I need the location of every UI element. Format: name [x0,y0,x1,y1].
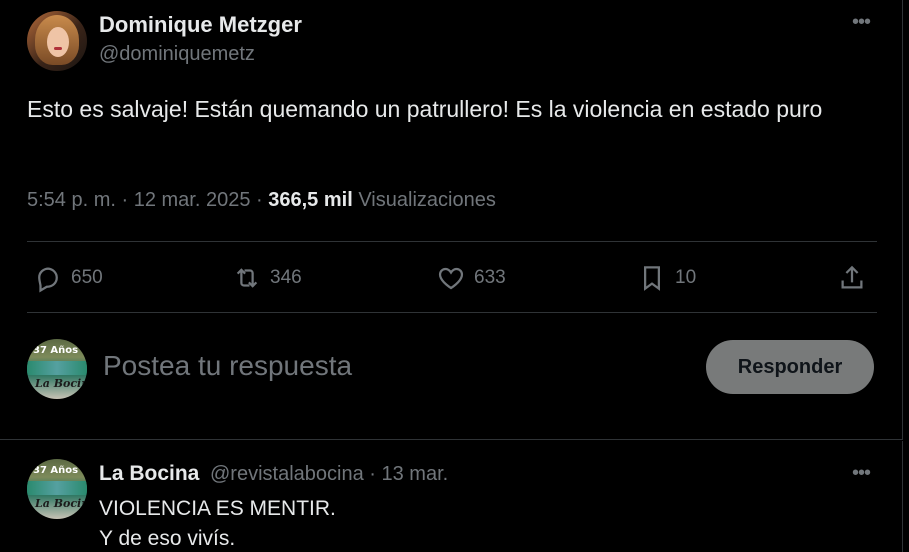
like-action[interactable]: 633 [436,258,506,298]
tweet-date[interactable]: 12 mar. 2025 [134,189,251,211]
avatar-lips [54,47,62,50]
views-count: 366,5 mil [268,189,353,211]
tweet-text: Esto es salvaje! Están quemando un patru… [27,96,823,122]
reply-tweet[interactable]: 37 Años La Bocina La Bocina @revistalabo… [0,441,903,552]
reply-author-avatar[interactable]: 37 Años La Bocina [27,459,87,519]
reply-text: VIOLENCIA ES MENTIR. Y de eso vivís. [99,494,336,552]
views-label: Visualizaciones [358,189,496,211]
author-name[interactable]: Dominique Metzger [99,12,302,38]
reply-text-line: VIOLENCIA ES MENTIR. [99,497,336,520]
avatar-text-bottom: La Bocina [35,497,87,510]
share-action[interactable] [837,258,875,298]
retweet-count: 346 [270,267,302,288]
reply-count: 650 [71,267,103,288]
reply-meta: @revistalabocina · 13 mar. [210,463,448,486]
heart-icon [438,267,464,290]
reply-author-handle[interactable]: @revistalabocina [210,463,364,485]
meta-separator: · [256,189,269,211]
avatar-text-bottom: La Bocina [35,377,87,390]
avatar-band [27,481,87,495]
meta-separator: · [121,189,134,211]
bookmark-action[interactable]: 10 [637,258,696,298]
avatar-band [27,361,87,375]
reply-author-name[interactable]: La Bocina [99,462,199,486]
avatar-face [47,27,69,57]
reply-input[interactable]: Postea tu respuesta [103,350,352,382]
like-count: 633 [474,267,506,288]
main-tweet: Dominique Metzger @dominiquemetz ••• Est… [0,0,903,440]
tweet-meta: 5:54 p. m. · 12 mar. 2025 · 366,5 mil Vi… [27,189,496,212]
divider [0,439,903,440]
bookmark-count: 10 [675,267,697,288]
divider [27,241,877,242]
more-horizontal-icon[interactable]: ••• [852,463,871,483]
reply-composer: 37 Años La Bocina Postea tu respuesta Re… [0,336,903,402]
author-handle[interactable]: @dominiquemetz [99,43,255,66]
meta-separator: · [369,463,382,485]
reply-button[interactable]: Responder [706,340,874,394]
avatar-text-top: 37 Años [33,465,79,476]
reply-icon [38,267,58,293]
tweet-time[interactable]: 5:54 p. m. [27,189,116,211]
reply-date[interactable]: 13 mar. [382,463,449,485]
author-avatar[interactable] [27,11,87,71]
retweet-action[interactable]: 346 [232,258,302,298]
current-user-avatar[interactable]: 37 Años La Bocina [27,339,87,399]
divider [27,312,877,313]
action-bar: 650 346 633 10 [27,258,877,298]
reply-action[interactable]: 650 [33,258,103,298]
avatar-text-top: 37 Años [33,345,79,356]
retweet-icon [236,268,258,288]
more-horizontal-icon[interactable]: ••• [852,12,871,32]
share-icon [841,265,863,289]
bookmark-icon [644,266,660,291]
reply-text-line: Y de eso vivís. [99,527,236,550]
